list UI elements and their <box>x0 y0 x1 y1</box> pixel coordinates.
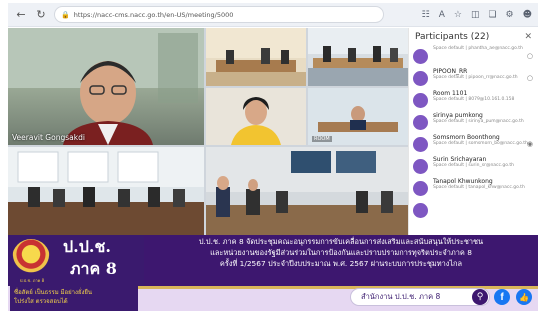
video-tile-room-4[interactable] <box>8 147 204 235</box>
video-tile-room-3[interactable]: ROOM <box>308 88 408 145</box>
room-scene <box>206 147 408 235</box>
speaker-figure <box>8 28 204 145</box>
video-grid: Veeravit Gongsakdi ROOM <box>8 28 408 235</box>
headline-line-1: ป.ป.ช. ภาค 8 จัดประชุมคณะอนุกรรมการขับเค… <box>198 237 484 246</box>
extensions-icon[interactable]: ⚙ <box>506 10 514 20</box>
participant-name: Surin Srichayaran <box>433 156 487 163</box>
screenshot-frame: ← ↻ 🔒 https://nacc-cms.nacc.go.th/en-US/… <box>0 0 539 311</box>
avatar <box>413 49 428 64</box>
split-screen-icon[interactable]: ◫ <box>471 10 480 20</box>
participant-name: Room 1101 <box>433 90 468 97</box>
avatar <box>413 93 428 108</box>
office-label: สำนักงาน ป.ป.ช. ภาค 8 <box>350 288 490 306</box>
participant-item[interactable] <box>409 200 538 222</box>
participant-item[interactable]: sirinya pumkong Space default | sirinya_… <box>409 112 538 134</box>
video-tile-main-speaker[interactable]: Veeravit Gongsakdi <box>8 28 204 145</box>
participant-detail: Space default | pipoon_rr@nacc.go.th <box>433 75 518 80</box>
participant-figure <box>206 88 306 145</box>
participant-item[interactable]: Somsmorn Boonthong Space default | somsm… <box>409 134 538 156</box>
avatar <box>413 137 428 152</box>
translate-icon[interactable]: ☷ <box>422 10 430 20</box>
nacc-logo-icon <box>12 239 50 277</box>
logo-caption: ป.ป.ช. ภาค 8 <box>19 278 45 283</box>
facebook-icon[interactable]: f <box>494 289 510 305</box>
back-icon[interactable]: ← <box>14 8 28 22</box>
avatar <box>413 71 428 86</box>
favorite-icon[interactable]: ☆ <box>454 10 462 20</box>
like-icon[interactable]: 👍 <box>516 289 532 305</box>
room-tag: ROOM <box>312 136 332 142</box>
participant-detail: Space default | surin_sr@nacc.go.th <box>433 163 515 168</box>
room-scene <box>8 147 204 235</box>
read-aloud-icon[interactable]: A <box>439 10 445 20</box>
reload-icon[interactable]: ↻ <box>34 8 48 22</box>
room-scene <box>206 28 306 86</box>
headline-line-2: และหน่วยงานของรัฐมีส่วนร่วมในการป้องกันแ… <box>210 248 472 257</box>
speaker-name: Veeravit Gongsakdi <box>12 133 85 142</box>
lock-icon: 🔒 <box>61 10 70 19</box>
profile-icon[interactable]: ☻ <box>523 10 532 20</box>
avatar <box>413 115 428 130</box>
close-icon[interactable]: ✕ <box>524 32 532 42</box>
mic-icon[interactable]: ○ <box>527 74 533 82</box>
video-tile-room-1[interactable] <box>206 28 306 86</box>
participant-name: Tanapol Khwunkong <box>433 178 493 185</box>
participant-name: PIPOON_RR <box>433 68 468 75</box>
avatar <box>413 159 428 174</box>
avatar <box>413 181 428 196</box>
org-region: ภาค 8 <box>70 259 117 278</box>
collections-icon[interactable]: ❏ <box>488 10 496 20</box>
org-block: ป.ป.ช. ภาค 8 ป.ป.ช. ภาค 8 <box>8 235 144 286</box>
browser-tools: ☷ A ☆ ◫ ❏ ⚙ ☻ <box>422 10 532 20</box>
participant-detail: Space default | somsmorn_bo@nacc.go.th <box>433 141 528 146</box>
participants-panel: Participants (22) ✕ Space default | phan… <box>408 28 538 235</box>
participant-detail: Space default | 8079@10.161.0.158 <box>433 97 515 102</box>
participant-item[interactable]: Tanapol Khwunkong Space default | tanapo… <box>409 178 538 200</box>
address-bar[interactable]: 🔒 https://nacc-cms.nacc.go.th/en-US/meet… <box>54 6 384 23</box>
participants-header: Participants (22) ✕ <box>409 28 538 46</box>
browser-toolbar: ← ↻ 🔒 https://nacc-cms.nacc.go.th/en-US/… <box>8 3 538 27</box>
participant-name: Somsmorn Boonthong <box>433 134 500 141</box>
participant-item[interactable]: PIPOON_RR Space default | pipoon_rr@nacc… <box>409 68 538 90</box>
room-scene <box>308 28 408 86</box>
headline-line-3: ครั้งที่ 1/2567 ประจำปีงบประมาณ พ.ศ. 256… <box>219 259 463 268</box>
slogan-line-2: โปร่งใส ตรวจสอบได้ <box>14 298 68 305</box>
video-tile-room-5[interactable] <box>206 147 408 235</box>
participant-detail: Space default | sirinya_pum@nacc.go.th <box>433 119 524 124</box>
url-text: https://nacc-cms.nacc.go.th/en-US/meetin… <box>73 10 234 19</box>
participants-title: Participants (22) <box>415 32 490 42</box>
mic-icon[interactable]: ○ <box>527 52 533 60</box>
video-tile-participant[interactable] <box>206 88 306 145</box>
participant-item[interactable]: Room 1101 Space default | 8079@10.161.0.… <box>409 90 538 112</box>
participant-item[interactable]: Space default | phantha_ae@nacc.go.th ○ <box>409 46 538 68</box>
participant-detail: Space default | tanapol_khw@nacc.go.th <box>433 185 525 190</box>
camera-icon[interactable]: ◉ <box>527 140 533 148</box>
participant-detail: Space default | phantha_ae@nacc.go.th <box>433 46 523 51</box>
search-icon[interactable]: ⚲ <box>472 289 488 305</box>
slogan-line-1: ซื่อสัตย์ เป็นธรรม มีอย่างยั่งยืน <box>14 289 93 296</box>
slogan: ซื่อสัตย์ เป็นธรรม มีอย่างยั่งยืน โปร่งใ… <box>10 286 138 311</box>
avatar <box>413 203 428 218</box>
participant-item[interactable]: Surin Srichayaran Space default | surin_… <box>409 156 538 178</box>
participant-name: sirinya pumkong <box>433 112 483 119</box>
banner-headline: ป.ป.ช. ภาค 8 จัดประชุมคณะอนุกรรมการขับเค… <box>146 236 536 269</box>
video-tile-room-2[interactable] <box>308 28 408 86</box>
